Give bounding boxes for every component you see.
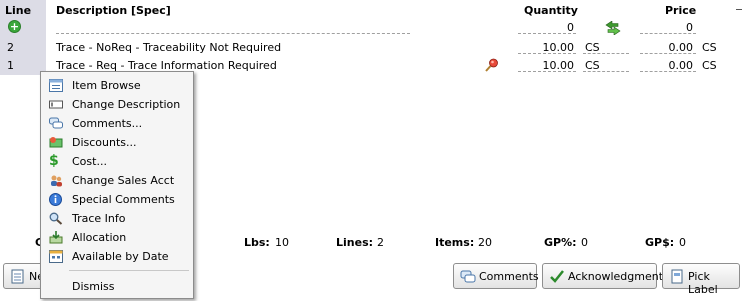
menu-item-change-description[interactable]: Change Description <box>41 95 193 114</box>
gp-amount-label: GP$: <box>645 236 675 249</box>
trace-info-icon[interactable] <box>485 58 499 72</box>
pick-label-button[interactable]: Pick Label <box>662 263 740 296</box>
minimize-dash[interactable] <box>736 9 742 10</box>
menu-item-discounts[interactable]: Discounts... <box>41 133 193 152</box>
comments-button-label: Comments <box>479 270 539 283</box>
lbs-label: Lbs: <box>244 236 270 249</box>
menu-item-label: Dismiss <box>72 280 115 293</box>
speech-bubbles-icon <box>460 269 476 284</box>
row-line-number: 1 <box>7 59 14 72</box>
magnifier-icon <box>49 212 63 225</box>
row-price-uom: CS <box>702 59 717 72</box>
allocation-icon <box>49 231 63 244</box>
menu-item-label: Cost... <box>72 155 107 168</box>
dollar-icon: $ <box>49 153 59 169</box>
add-line-icon[interactable]: + <box>8 20 21 33</box>
menu-item-comments[interactable]: Comments... <box>41 114 193 133</box>
acknowledgment-button-label: Acknowledgment <box>568 270 664 283</box>
row-price-uom: CS <box>702 41 717 54</box>
menu-item-label: Change Sales Acct <box>72 174 175 187</box>
menu-item-label: Special Comments <box>72 193 175 206</box>
menu-item-label: Item Browse <box>72 79 141 92</box>
items-label: Items: <box>435 236 475 249</box>
menu-separator <box>69 270 189 271</box>
new-document-icon <box>10 269 26 284</box>
new-description-field[interactable] <box>56 33 410 34</box>
description-icon <box>49 98 63 111</box>
menu-item-available-by-date[interactable]: Available by Date <box>41 247 193 266</box>
row-quantity-underline <box>518 71 576 72</box>
menu-item-item-browse[interactable]: Item Browse <box>41 76 193 95</box>
row-description[interactable]: Trace - NoReq - Traceability Not Require… <box>56 41 281 54</box>
discount-icon <box>49 136 63 149</box>
users-icon <box>49 174 63 187</box>
menu-item-label: Trace Info <box>72 212 126 225</box>
menu-item-label: Change Description <box>72 98 181 111</box>
calendar-icon <box>49 250 63 263</box>
row-line-number: 2 <box>7 41 14 54</box>
comments-button[interactable]: Comments <box>453 263 539 289</box>
quantity-header: Quantity <box>524 4 578 17</box>
pick-label-button-label: Pick Label <box>688 270 718 296</box>
items-value: 20 <box>478 236 492 249</box>
menu-item-label: Comments... <box>72 117 143 130</box>
price-header: Price <box>665 4 697 17</box>
lines-label: Lines: <box>336 236 374 249</box>
checkmark-icon <box>549 269 565 284</box>
context-menu: Item Browse Change Description Comments.… <box>40 71 194 299</box>
row-price-underline <box>640 53 696 54</box>
row-uom-underline <box>583 53 629 54</box>
menu-item-cost[interactable]: $ Cost... <box>41 152 193 171</box>
browse-icon <box>49 79 63 92</box>
comments-icon <box>49 117 63 130</box>
menu-item-trace-info[interactable]: Trace Info <box>41 209 193 228</box>
menu-item-label: Available by Date <box>72 250 169 263</box>
row-quantity-underline <box>518 53 576 54</box>
lines-value: 2 <box>377 236 384 249</box>
label-document-icon <box>669 269 685 284</box>
menu-item-label: Discounts... <box>72 136 137 149</box>
row-price-underline <box>640 71 696 72</box>
gp-amount-value: 0 <box>679 236 686 249</box>
description-header: Description [Spec] <box>56 4 171 17</box>
line-header: Line <box>5 4 32 17</box>
menu-item-special-comments[interactable]: Special Comments <box>41 190 193 209</box>
gp-percent-value: 0 <box>581 236 588 249</box>
info-icon <box>49 193 63 206</box>
menu-item-label: Allocation <box>72 231 127 244</box>
gp-percent-label: GP%: <box>544 236 577 249</box>
row-uom-underline <box>583 71 629 72</box>
swap-arrows-icon[interactable] <box>605 20 621 36</box>
acknowledgment-button[interactable]: Acknowledgment <box>542 263 663 289</box>
lbs-value: 10 <box>275 236 289 249</box>
new-quantity-underline <box>518 33 576 34</box>
menu-item-dismiss[interactable]: Dismiss <box>41 277 193 296</box>
menu-item-allocation[interactable]: Allocation <box>41 228 193 247</box>
menu-item-change-sales-acct[interactable]: Change Sales Acct <box>41 171 193 190</box>
new-price-underline <box>640 33 696 34</box>
